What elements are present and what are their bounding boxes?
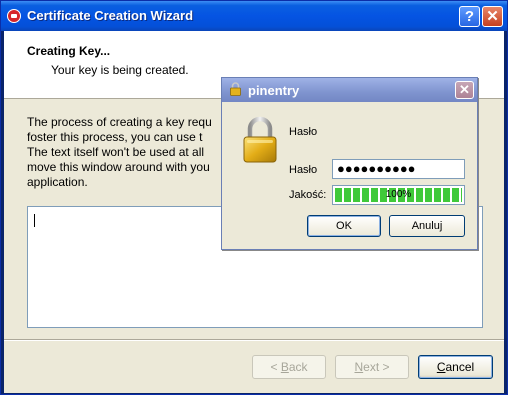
pinentry-description: Hasło <box>289 126 318 138</box>
quality-bar: 100% <box>332 185 465 205</box>
back-rest: ack <box>288 360 308 374</box>
cancel-rest: ancel <box>445 360 475 374</box>
back-accel: B <box>280 360 289 374</box>
pinentry-dialog: pinentry ✕ Hasło Hasło ●●●●●●●●●● Jakość… <box>221 77 478 250</box>
password-field[interactable]: ●●●●●●●●●● <box>332 159 465 179</box>
pinentry-close-button[interactable]: ✕ <box>455 81 474 99</box>
close-button[interactable]: ✕ <box>482 6 503 27</box>
back-button[interactable]: < Back <box>252 355 326 379</box>
button-separator <box>4 339 504 341</box>
text-caret <box>34 214 35 227</box>
back-prefix: < <box>270 360 281 374</box>
padlock-small-icon <box>230 82 241 96</box>
page-title: Creating Key... <box>27 44 111 58</box>
next-button[interactable]: Next > <box>335 355 409 379</box>
quality-label: Jakość: <box>289 189 327 201</box>
wizard-titlebar[interactable]: Certificate Creation Wizard ? ✕ <box>1 1 507 31</box>
password-label: Hasło <box>289 164 318 176</box>
help-button[interactable]: ? <box>459 6 480 27</box>
cancel-button[interactable]: Cancel <box>418 355 493 379</box>
app-icon <box>7 9 21 23</box>
padlock-icon <box>243 116 277 163</box>
ok-button[interactable]: OK <box>307 215 381 237</box>
page-subtitle: Your key is being created. <box>51 63 189 77</box>
next-rest: ext > <box>363 360 390 374</box>
next-accel: N <box>354 360 364 374</box>
window-title: Certificate Creation Wizard <box>27 8 194 23</box>
pinentry-titlebar[interactable]: pinentry ✕ <box>222 78 477 102</box>
quality-percent: 100% <box>385 189 412 200</box>
pinentry-title: pinentry <box>248 83 300 98</box>
anuluj-button[interactable]: Anuluj <box>389 215 465 237</box>
